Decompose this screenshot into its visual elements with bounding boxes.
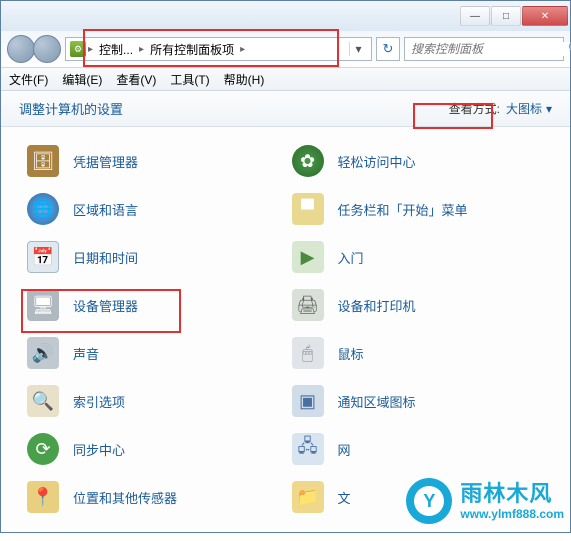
item-label: 区域和语言 xyxy=(73,200,138,219)
toolbar: 调整计算机的设置 查看方式: 大图标 ▾ xyxy=(1,91,570,127)
item-indexing-options[interactable]: 🔍 索引选项 xyxy=(21,377,286,425)
date-time-icon: 📅 xyxy=(25,239,61,275)
sync-center-icon: ⟳ xyxy=(25,431,61,467)
menu-file[interactable]: 文件(F) xyxy=(9,71,48,88)
search-bar[interactable]: 🔍 xyxy=(404,37,564,61)
region-language-icon: 🌐 xyxy=(25,191,61,227)
minimize-button[interactable]: — xyxy=(460,6,490,26)
indexing-options-icon: 🔍 xyxy=(25,383,61,419)
item-label: 文 xyxy=(338,488,351,507)
watermark: Y 雨林木风 www.ylmf888.com xyxy=(406,478,564,524)
item-region-language[interactable]: 🌐 区域和语言 xyxy=(21,185,286,233)
getting-started-icon: ▶ xyxy=(290,239,326,275)
view-by-label: 查看方式: xyxy=(449,100,500,117)
watermark-text: 雨林木风 xyxy=(460,481,564,507)
item-label: 网 xyxy=(338,440,351,459)
notification-icons-icon: ▣ xyxy=(290,383,326,419)
file-cut-icon: 📁 xyxy=(290,479,326,515)
item-label: 日期和时间 xyxy=(73,248,138,267)
item-label: 设备和打印机 xyxy=(338,296,416,315)
devices-printers-icon: 🖨 xyxy=(290,287,326,323)
breadcrumb-seg-2[interactable]: 所有控制面板项 xyxy=(146,41,238,58)
forward-button[interactable] xyxy=(33,35,61,63)
item-label: 位置和其他传感器 xyxy=(73,488,177,507)
menu-help[interactable]: 帮助(H) xyxy=(224,71,265,88)
menu-view[interactable]: 查看(V) xyxy=(116,71,156,88)
item-date-time[interactable]: 📅 日期和时间 xyxy=(21,233,286,281)
mouse-icon: 🖱 xyxy=(290,335,326,371)
navigation-bar: ⚙ ▸ 控制... ▸ 所有控制面板项 ▸ ▾ ↻ 🔍 xyxy=(1,31,570,67)
item-label: 设备管理器 xyxy=(73,296,138,315)
item-label: 入门 xyxy=(338,248,364,267)
item-sound[interactable]: 🔊 声音 xyxy=(21,329,286,377)
taskbar-start-menu-icon: ▀ xyxy=(290,191,326,227)
item-sync-center[interactable]: ⟳ 同步中心 xyxy=(21,425,286,473)
item-label: 任务栏和「开始」菜单 xyxy=(338,200,468,219)
close-button[interactable]: ✕ xyxy=(522,6,568,26)
watermark-url: www.ylmf888.com xyxy=(460,507,564,521)
item-network[interactable]: 🖧网 xyxy=(286,425,551,473)
page-title: 调整计算机的设置 xyxy=(19,99,123,118)
item-label: 凭据管理器 xyxy=(73,152,138,171)
view-by-dropdown[interactable]: 大图标 ▾ xyxy=(506,100,552,117)
item-ease-of-access[interactable]: ✿ 轻松访问中心 xyxy=(286,137,551,185)
menu-tools[interactable]: 工具(T) xyxy=(170,71,209,88)
sound-icon: 🔊 xyxy=(25,335,61,371)
view-by: 查看方式: 大图标 ▾ xyxy=(449,100,552,117)
menu-bar: 文件(F) 编辑(E) 查看(V) 工具(T) 帮助(H) xyxy=(1,67,570,91)
breadcrumb-seg-1[interactable]: 控制... xyxy=(95,41,137,58)
chevron-right-icon: ▸ xyxy=(139,44,144,55)
item-label: 鼠标 xyxy=(338,344,364,363)
titlebar: — □ ✕ xyxy=(1,1,570,31)
address-bar[interactable]: ⚙ ▸ 控制... ▸ 所有控制面板项 ▸ ▾ xyxy=(65,37,372,61)
item-mouse[interactable]: 🖱 鼠标 xyxy=(286,329,551,377)
control-panel-window: — □ ✕ ⚙ ▸ 控制... ▸ 所有控制面板项 ▸ ▾ ↻ 🔍 文件(F) … xyxy=(0,0,571,533)
chevron-right-icon: ▸ xyxy=(240,44,245,55)
item-getting-started[interactable]: ▶ 入门 xyxy=(286,233,551,281)
device-manager-icon: 🖥 xyxy=(25,287,61,323)
item-label: 索引选项 xyxy=(73,392,125,411)
item-taskbar-start-menu[interactable]: ▀ 任务栏和「开始」菜单 xyxy=(286,185,551,233)
item-notification-icons[interactable]: ▣ 通知区域图标 xyxy=(286,377,551,425)
maximize-button[interactable]: □ xyxy=(491,6,521,26)
menu-edit[interactable]: 编辑(E) xyxy=(62,71,102,88)
credential-manager-icon: 🗄 xyxy=(25,143,61,179)
chevron-right-icon: ▸ xyxy=(88,44,93,55)
watermark-logo: Y xyxy=(406,478,452,524)
item-device-manager[interactable]: 🖥 设备管理器 xyxy=(21,281,286,329)
control-panel-icon: ⚙ xyxy=(70,41,86,57)
search-input[interactable] xyxy=(411,42,568,56)
item-label: 声音 xyxy=(73,344,99,363)
location-sensors-icon: 📍 xyxy=(25,479,61,515)
item-location-sensors[interactable]: 📍 位置和其他传感器 xyxy=(21,473,286,521)
refresh-button[interactable]: ↻ xyxy=(376,37,400,61)
item-devices-printers[interactable]: 🖨 设备和打印机 xyxy=(286,281,551,329)
item-credential-manager[interactable]: 🗄 凭据管理器 xyxy=(21,137,286,185)
item-label: 通知区域图标 xyxy=(338,392,416,411)
ease-of-access-icon: ✿ xyxy=(290,143,326,179)
item-label: 同步中心 xyxy=(73,440,125,459)
address-dropdown-icon[interactable]: ▾ xyxy=(349,42,367,56)
chevron-down-icon: ▾ xyxy=(546,102,552,116)
item-label: 轻松访问中心 xyxy=(338,152,416,171)
network-icon: 🖧 xyxy=(290,431,326,467)
back-button[interactable] xyxy=(7,35,35,63)
